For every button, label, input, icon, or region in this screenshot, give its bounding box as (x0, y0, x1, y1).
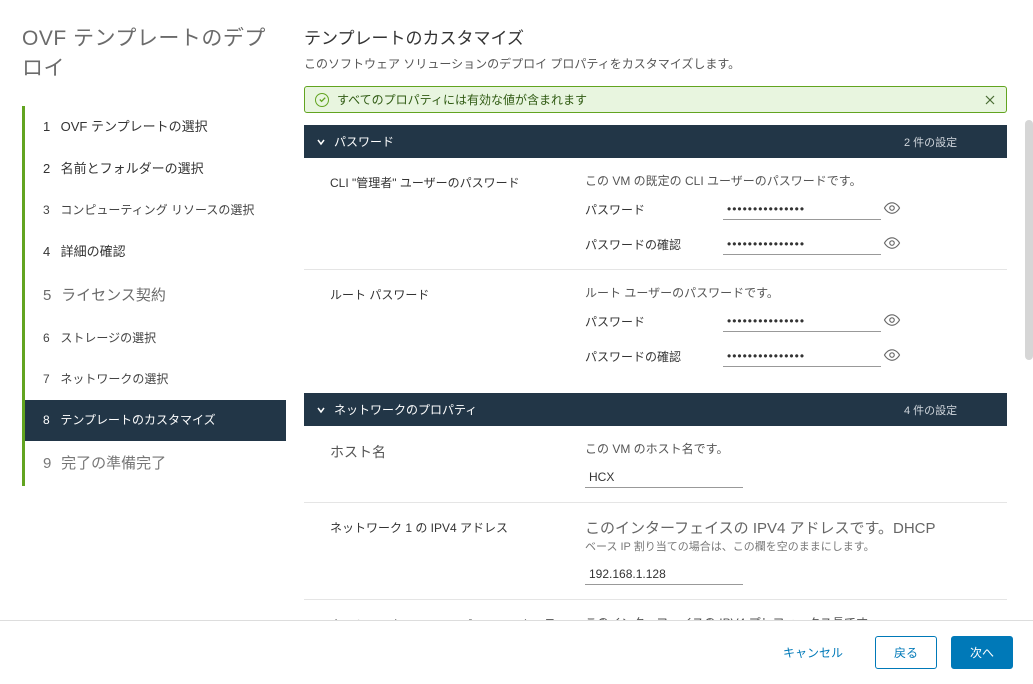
chevron-down-icon (316, 137, 326, 147)
step-label: ライセンス契約 (61, 287, 166, 304)
section-count: 2 件の設定 (904, 134, 957, 150)
section-title: ネットワークのプロパティ (334, 401, 477, 418)
step-number: 8 (43, 412, 57, 429)
password-confirm-label: パスワードの確認 (585, 348, 723, 365)
root-password-confirm-input[interactable] (723, 346, 881, 367)
property-root-password: ルート パスワード ルート ユーザーのパスワードです。 パスワード パスワードの… (304, 269, 1007, 381)
step-number: 1 (43, 118, 57, 136)
property-description: ルート ユーザーのパスワードです。 (585, 284, 1007, 301)
section-header-passwords[interactable]: パスワード 2 件の設定 (304, 125, 1007, 158)
eye-icon[interactable] (883, 346, 901, 364)
step-number: 5 (43, 285, 57, 306)
scrollbar[interactable] (1025, 120, 1033, 360)
property-label: ネットワーク 1 の IPV4 アドレス (330, 517, 585, 585)
step-7-network[interactable]: 7 ネットワークの選択 (25, 359, 286, 400)
chevron-down-icon (316, 405, 326, 415)
step-4-review-details[interactable]: 4 詳細の確認 (25, 231, 286, 273)
validation-alert: すべてのプロパティには有効な値が含まれます (304, 86, 1007, 113)
property-label: CLI "管理者" ユーザーのパスワード (330, 172, 585, 255)
page-title: テンプレートのカスタマイズ (304, 24, 1007, 49)
section-title: パスワード (334, 133, 394, 150)
property-description-sub: ベース IP 割り当ての場合は、この欄を空のままにします。 (585, 538, 1007, 554)
step-number: 6 (43, 330, 57, 347)
cli-admin-password-input[interactable] (723, 199, 881, 220)
step-6-storage[interactable]: 6 ストレージの選択 (25, 318, 286, 359)
step-label: OVF テンプレートの選択 (61, 119, 208, 134)
section-header-network[interactable]: ネットワークのプロパティ 4 件の設定 (304, 393, 1007, 426)
property-description: このインターフェイスの IPV4 アドレスです。DHCP (585, 517, 1007, 538)
page-subtitle: このソフトウェア ソリューションのデプロイ プロパティをカスタマイズします。 (304, 55, 1007, 72)
step-number: 4 (43, 243, 57, 261)
wizard-steps: 1 OVF テンプレートの選択 2 名前とフォルダーの選択 3 コンピューティン… (22, 106, 286, 486)
password-label: パスワード (585, 201, 723, 218)
property-description: この VM のホスト名です。 (585, 440, 1007, 457)
step-8-customize-template[interactable]: 8 テンプレートのカスタマイズ (25, 400, 286, 441)
ipv4-address-input[interactable] (585, 564, 743, 585)
step-3-compute-resource[interactable]: 3 コンピューティング リソースの選択 (25, 190, 286, 231)
cli-admin-password-confirm-input[interactable] (723, 234, 881, 255)
step-label: 詳細の確認 (61, 244, 126, 259)
property-label: ルート パスワード (330, 284, 585, 367)
step-5-license[interactable]: 5 ライセンス契約 (25, 273, 286, 318)
dialog-footer: キャンセル 戻る 次へ (0, 620, 1033, 684)
eye-icon[interactable] (883, 199, 901, 217)
property-ipv4-address: ネットワーク 1 の IPV4 アドレス このインターフェイスの IPV4 アド… (304, 502, 1007, 599)
cancel-button[interactable]: キャンセル (765, 637, 861, 668)
property-cli-admin-password: CLI "管理者" ユーザーのパスワード この VM の既定の CLI ユーザー… (304, 158, 1007, 269)
success-icon (315, 93, 329, 107)
step-label: ストレージの選択 (60, 331, 156, 345)
property-label: ホスト名 (330, 440, 585, 488)
step-9-ready-to-complete[interactable]: 9 完了の準備完了 (25, 441, 286, 486)
dialog-title: OVF テンプレートのデプロイ (22, 22, 286, 82)
step-2-name-folder[interactable]: 2 名前とフォルダーの選択 (25, 148, 286, 190)
password-confirm-label: パスワードの確認 (585, 236, 723, 253)
step-label: 名前とフォルダーの選択 (61, 161, 204, 176)
property-ipv4-prefix: ネットワーク 1 の IPV4 プレフィックス長 このインターフェイスの IPV… (304, 599, 1007, 620)
eye-icon[interactable] (883, 234, 901, 252)
step-number: 2 (43, 160, 57, 178)
eye-icon[interactable] (883, 311, 901, 329)
next-button[interactable]: 次へ (951, 636, 1013, 669)
step-label: コンピューティング リソースの選択 (60, 203, 254, 217)
password-label: パスワード (585, 313, 723, 330)
hostname-input[interactable] (585, 467, 743, 488)
property-hostname: ホスト名 この VM のホスト名です。 (304, 426, 1007, 502)
step-1-ovf-template[interactable]: 1 OVF テンプレートの選択 (25, 106, 286, 148)
step-label: テンプレートのカスタマイズ (60, 413, 215, 427)
section-count: 4 件の設定 (904, 402, 957, 418)
back-button[interactable]: 戻る (875, 636, 937, 669)
alert-text: すべてのプロパティには有効な値が含まれます (337, 91, 587, 108)
step-number: 3 (43, 202, 57, 219)
root-password-input[interactable] (723, 311, 881, 332)
step-label: ネットワークの選択 (60, 372, 168, 386)
step-number: 9 (43, 453, 57, 474)
step-number: 7 (43, 371, 57, 388)
property-description: この VM の既定の CLI ユーザーのパスワードです。 (585, 172, 1007, 189)
step-label: 完了の準備完了 (61, 455, 166, 472)
alert-close-icon[interactable] (984, 94, 996, 106)
